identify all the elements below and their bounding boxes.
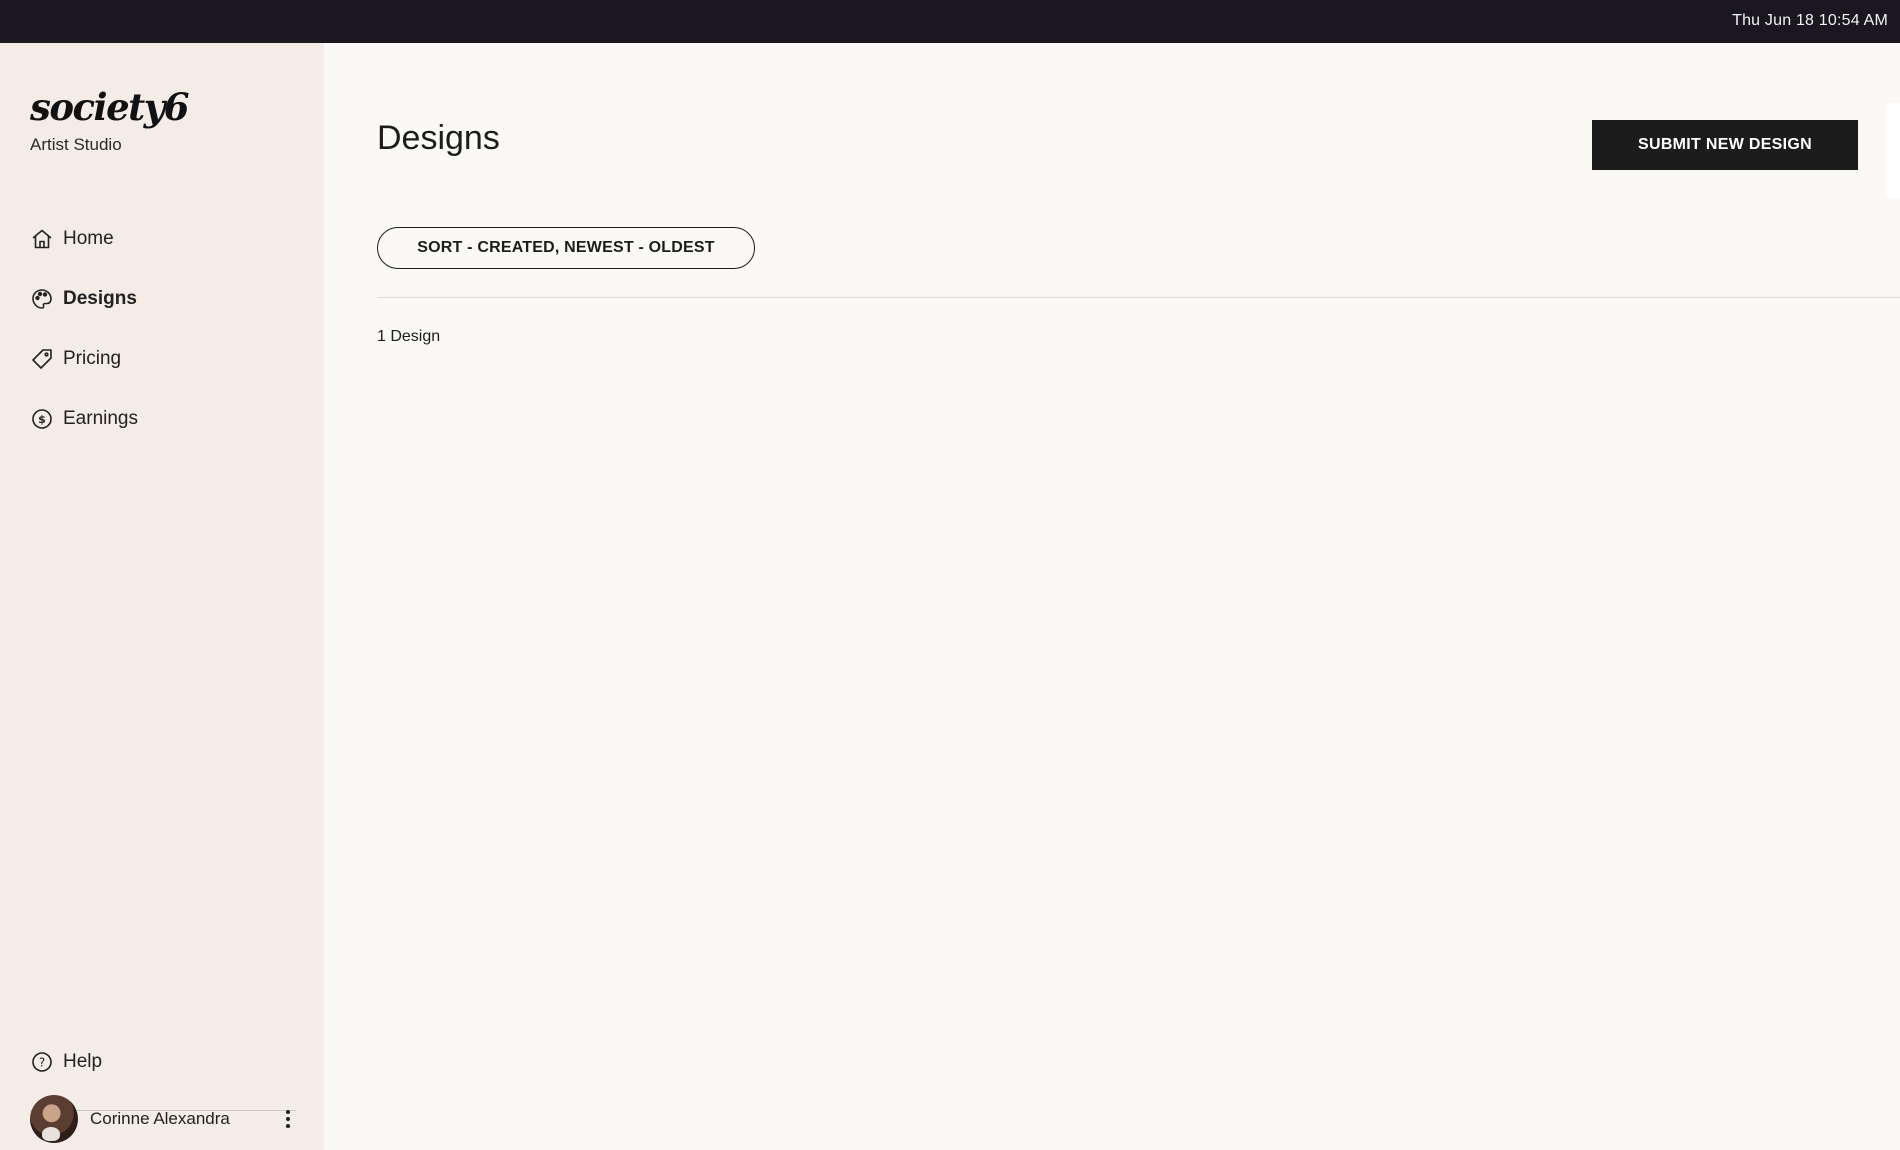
sidebar-item-home[interactable]: Home (30, 221, 300, 257)
sidebar-item-help[interactable]: ? Help (30, 1044, 300, 1080)
svg-text:$: $ (38, 413, 46, 426)
sidebar: society6 Artist Studio Home Designs Pric… (0, 43, 324, 1150)
help-circle-icon: ? (30, 1050, 54, 1074)
artist-studio-app: society6 Artist Studio Home Designs Pric… (0, 43, 1900, 1150)
palette-icon (30, 287, 54, 311)
more-options-icon[interactable] (276, 1103, 300, 1135)
svg-text:?: ? (39, 1056, 45, 1070)
sort-dropdown-button[interactable]: SORT - CREATED, NEWEST - OLDEST (377, 227, 755, 269)
brand-subtitle: Artist Studio (30, 135, 122, 154)
user-profile[interactable]: Corinne Alexandra (30, 1091, 300, 1147)
sidebar-item-label: Home (63, 228, 114, 249)
sidebar-item-label: Designs (63, 288, 137, 309)
dollar-circle-icon: $ (30, 407, 54, 431)
design-count: 1 Design (377, 328, 441, 345)
sidebar-item-earnings[interactable]: $ Earnings (30, 401, 300, 437)
society6-wordmark: society6 (30, 87, 190, 129)
side-panel-edge (1886, 103, 1900, 199)
main-content: Designs SUBMIT NEW DESIGN SORT - CREATED… (324, 43, 1900, 1150)
sidebar-item-pricing[interactable]: Pricing (30, 341, 300, 377)
user-name: Corinne Alexandra (90, 1109, 230, 1128)
submit-new-design-button[interactable]: SUBMIT NEW DESIGN (1592, 120, 1858, 170)
sidebar-item-label: Pricing (63, 348, 122, 369)
sidebar-item-label: Earnings (63, 408, 138, 429)
system-menu-bar: Thu Jun 18 10:54 AM (0, 0, 1900, 43)
price-tag-icon (30, 347, 54, 371)
sidebar-nav: Home Designs Pricing $ Earnings (30, 221, 300, 461)
svg-text:society6: society6 (30, 87, 189, 129)
page-title: Designs (377, 119, 500, 157)
system-clock[interactable]: Thu Jun 18 10:54 AM (1732, 12, 1888, 30)
sidebar-item-designs[interactable]: Designs (30, 281, 300, 317)
content-divider (377, 297, 1900, 298)
help-label: Help (63, 1051, 103, 1072)
home-icon (30, 227, 54, 251)
avatar (30, 1095, 78, 1143)
society6-logo[interactable]: society6 (30, 87, 196, 129)
